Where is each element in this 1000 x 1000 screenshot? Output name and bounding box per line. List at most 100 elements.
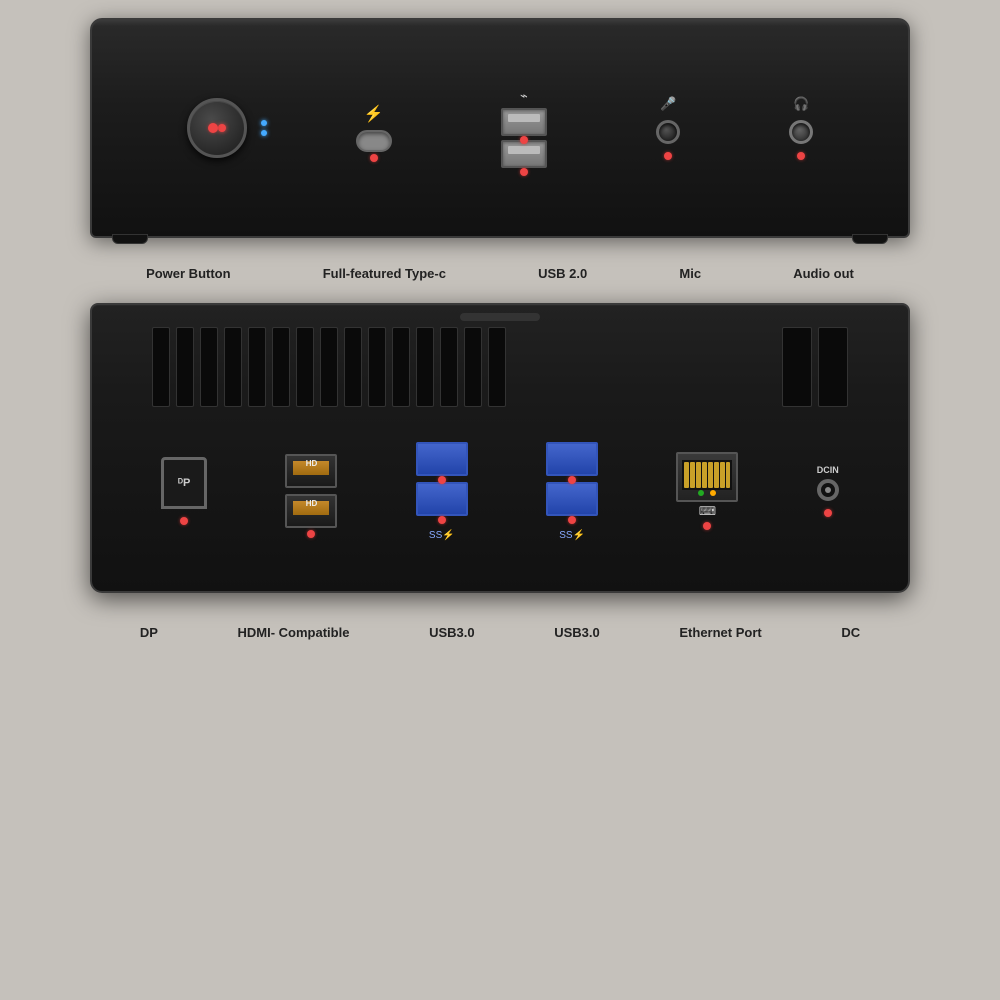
audio-out-label: Audio out <box>793 266 854 283</box>
ethernet-port <box>676 452 738 502</box>
mic-label-group: Mic <box>679 266 701 283</box>
usbc-port-wrapper: ⚡ <box>356 104 392 152</box>
audio-out-dot <box>797 152 805 160</box>
mic-port-wrapper: 🎤 <box>656 96 680 160</box>
dp-port-wrapper: ᴰP <box>161 457 207 525</box>
mic-port <box>656 120 680 144</box>
dc-port <box>817 479 839 501</box>
ethernet-dot <box>703 522 711 530</box>
usb3-right-top <box>546 442 598 476</box>
usb3-right-bottom-dot <box>568 516 576 524</box>
usbc-port <box>356 130 392 152</box>
dp-dot <box>180 517 188 525</box>
hd-badge-top: HD <box>306 459 318 468</box>
usb3-left-wrapper: SS⚡ <box>416 442 468 541</box>
dc-dot <box>824 509 832 517</box>
vent-4 <box>224 327 242 407</box>
dc-port-wrapper: DCIN <box>817 465 839 517</box>
hdmi-port-top: HD <box>285 454 337 488</box>
led-top <box>261 120 267 126</box>
hd-badge-bottom: HD <box>306 499 318 508</box>
ethernet-pins <box>682 460 732 490</box>
vent-15 <box>488 327 506 407</box>
bottom-section: ᴰP HD HD <box>90 303 910 642</box>
dp-label-group: DP <box>140 625 158 642</box>
usb2-label-group: USB 2.0 <box>538 266 587 283</box>
eth-pin-4 <box>702 462 707 488</box>
power-button[interactable] <box>187 98 247 158</box>
ss-symbol-left: SS⚡ <box>429 530 455 541</box>
dc-label: DC <box>841 625 860 642</box>
usb3-left-bottom <box>416 482 468 516</box>
power-button-dot <box>208 123 218 133</box>
usb3-left-bottom-dot <box>438 516 446 524</box>
top-edge <box>92 20 908 26</box>
usb2-port-top <box>501 108 547 136</box>
eth-pin-3 <box>696 462 701 488</box>
dp-label: DP <box>140 625 158 642</box>
ports-row-top: ⚡ ⌁ <box>92 88 908 168</box>
thunderbolt-icon: ⚡ <box>364 104 384 124</box>
hdmi-port-bottom: HD <box>285 494 337 528</box>
usb3-right-label-group: USB3.0 <box>554 625 600 642</box>
usb-icon: ⌁ <box>520 88 528 104</box>
vent-7 <box>296 327 314 407</box>
hdmi-stack: HD HD <box>285 454 337 528</box>
foot-right <box>852 234 888 244</box>
top-device: ⚡ ⌁ <box>90 18 910 238</box>
dc-label-group: DC <box>841 625 860 642</box>
led-bottom <box>261 130 267 136</box>
hdmi-port-wrapper: HD HD <box>285 454 337 528</box>
power-group <box>187 98 247 158</box>
usbc-dot <box>370 154 378 162</box>
dp-port: ᴰP <box>161 457 207 509</box>
usb2-top-dot <box>520 136 528 144</box>
mic-label: Mic <box>679 266 701 283</box>
eth-pin-8 <box>726 462 731 488</box>
eth-led-1 <box>698 490 704 496</box>
top-section: ⚡ ⌁ <box>90 18 910 283</box>
vent-12 <box>416 327 434 407</box>
vent-6 <box>272 327 290 407</box>
power-button-label-group: Power Button <box>146 266 231 283</box>
dp-symbol: ᴰP <box>178 477 190 489</box>
vent-area <box>92 305 908 415</box>
audio-out-port <box>789 120 813 144</box>
usb2-port-wrapper: ⌁ <box>501 88 547 168</box>
vent-2 <box>176 327 194 407</box>
hdmi-dot <box>307 530 315 538</box>
ethernet-label: Ethernet Port <box>679 625 761 642</box>
eth-led-2 <box>710 490 716 496</box>
ethernet-leds <box>698 490 716 496</box>
ethernet-network-icon: ⌨ <box>699 504 716 518</box>
eth-pin-2 <box>690 462 695 488</box>
vent-14 <box>464 327 482 407</box>
power-button-port <box>187 98 247 158</box>
hdmi-label: HDMI- Compatible <box>238 625 350 642</box>
hdmi-label-group: HDMI- Compatible <box>238 625 350 642</box>
headphone-icon: 🎧 <box>793 96 809 112</box>
usbc-label-group: Full-featured Type-c <box>323 266 446 283</box>
usb2-label: USB 2.0 <box>538 266 587 283</box>
vent-13 <box>440 327 458 407</box>
usb3-right-stack <box>546 442 598 516</box>
ports-row-bottom: ᴰP HD HD <box>92 442 908 541</box>
ethernet-port-wrapper: ⌨ <box>676 452 738 530</box>
bottom-device: ᴰP HD HD <box>90 303 910 593</box>
vent-10 <box>368 327 386 407</box>
ss-symbol-right: SS⚡ <box>559 530 585 541</box>
eth-pin-1 <box>684 462 689 488</box>
usb3-left-stack <box>416 442 468 516</box>
usb3-left-label-group: USB3.0 <box>429 625 475 642</box>
top-handle <box>460 313 540 321</box>
eth-pin-6 <box>714 462 719 488</box>
usbc-label: Full-featured Type-c <box>323 266 446 283</box>
audio-out-label-group: Audio out <box>793 266 854 283</box>
power-button-label: Power Button <box>146 266 231 283</box>
bottom-foot-right <box>842 589 878 593</box>
vent-5 <box>248 327 266 407</box>
labels-top: Power Button Full-featured Type-c USB 2.… <box>90 266 910 283</box>
usb3-right-bottom <box>546 482 598 516</box>
vent-wide-1 <box>782 327 812 407</box>
led-dots <box>261 120 267 136</box>
